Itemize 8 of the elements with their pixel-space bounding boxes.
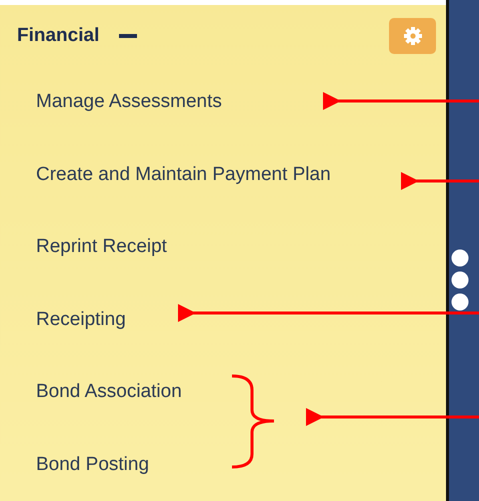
menu-item[interactable]: Bond Association: [36, 381, 182, 404]
menu-item[interactable]: Create and Maintain Payment Plan: [36, 164, 331, 186]
menu-item[interactable]: Manage Assessments: [36, 91, 222, 114]
menu-item[interactable]: Bond Posting: [36, 454, 150, 476]
section-title: Financial: [17, 24, 100, 46]
menu-item[interactable]: Reprint Receipt: [36, 236, 167, 258]
menu-item[interactable]: Receipting: [36, 308, 126, 331]
dots-icon[interactable]: [450, 249, 470, 311]
